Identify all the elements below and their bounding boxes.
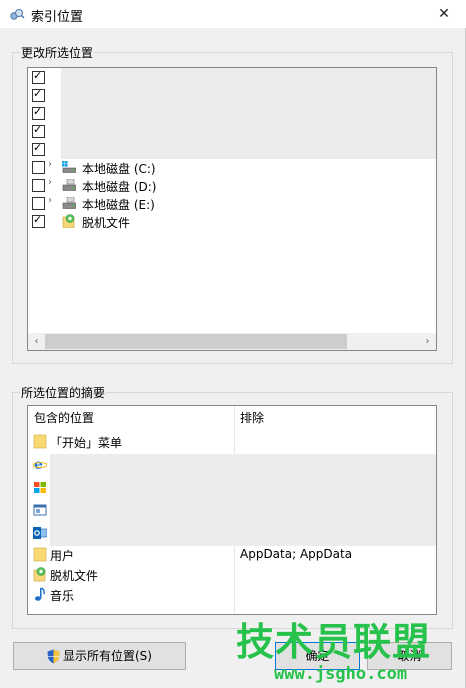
list-item[interactable]: e (28, 454, 436, 474)
offline-files-icon (33, 567, 46, 582)
expand-icon[interactable]: › (48, 159, 52, 170)
indexing-icon (10, 9, 25, 20)
tree-checkbox[interactable]: ✓ (32, 105, 45, 120)
list-item[interactable]: 用户 AppData; AppData (28, 544, 436, 564)
list-item[interactable] (28, 500, 436, 520)
close-icon: ✕ (438, 6, 450, 22)
folder-icon (33, 434, 47, 449)
window-title: 索引位置 (31, 10, 84, 25)
included-location: 音乐 (50, 589, 75, 603)
expand-icon[interactable]: › (48, 177, 52, 188)
tree-checkbox[interactable]: ✓ (32, 141, 45, 156)
summary-list[interactable]: 包含的位置 排除 「开始」菜单 e 用户 AppData; AppData 脱机… (27, 405, 437, 615)
column-header-excluded[interactable]: 排除 (234, 406, 436, 430)
list-item[interactable] (28, 477, 436, 497)
tree-row-label: 本地磁盘 (D:) (82, 180, 157, 194)
indexing-locations-dialog: 索引位置 ✕ 更改所选位置 ✓ ✓ ✓ ✓ ✓ › 本地磁盘 (C:) › 本地… (0, 0, 466, 688)
scroll-right-icon[interactable]: › (419, 333, 436, 350)
tree-checkbox[interactable]: ✓ (32, 87, 45, 102)
scroll-thumb[interactable] (45, 334, 347, 349)
windows-logo-icon (34, 482, 46, 493)
watermark-url: www.jsgho.com (274, 664, 408, 684)
drive-icon (62, 197, 76, 209)
window-app-icon (33, 504, 47, 516)
music-icon (35, 587, 45, 601)
tree-checkbox[interactable]: ✓ (32, 123, 45, 138)
uac-shield-icon (47, 649, 60, 664)
tree-row-offline-files[interactable]: ✓ 脱机文件 (28, 213, 436, 231)
tree-row[interactable]: ✓ (28, 69, 436, 87)
show-all-label: 显示所有位置(S) (63, 649, 152, 663)
list-item[interactable]: 脱机文件 (28, 564, 436, 584)
ie-icon: e (33, 457, 47, 472)
included-location: 「开始」菜单 (50, 436, 123, 450)
offline-files-icon (62, 214, 75, 228)
horizontal-scrollbar[interactable]: ‹ › (28, 333, 436, 350)
list-item[interactable]: 音乐 (28, 584, 436, 604)
show-all-locations-button[interactable]: 显示所有位置(S) (13, 642, 186, 670)
tree-row[interactable]: ✓ (28, 123, 436, 141)
list-item[interactable] (28, 523, 436, 543)
excluded-location: AppData; AppData (240, 547, 353, 561)
site-watermark: 技术员联盟 www.jsgho.com (236, 620, 466, 688)
tree-row[interactable]: ✓ (28, 141, 436, 159)
locations-tree[interactable]: ✓ ✓ ✓ ✓ ✓ › 本地磁盘 (C:) › 本地磁盘 (D:) › 本地磁盘… (27, 67, 437, 351)
tree-row-drive-e[interactable]: › 本地磁盘 (E:) (28, 195, 436, 213)
summary-title: 所选位置的摘要 (20, 384, 107, 401)
tree-checkbox[interactable] (32, 161, 45, 174)
expand-icon[interactable]: › (48, 195, 52, 206)
windows-drive-icon (62, 161, 76, 173)
watermark-text: 技术员联盟 (236, 620, 432, 664)
included-location: 脱机文件 (50, 569, 99, 583)
title-bar: 索引位置 ✕ (0, 0, 466, 28)
change-locations-title: 更改所选位置 (20, 44, 95, 61)
scroll-left-icon[interactable]: ‹ (28, 333, 45, 350)
included-location: 用户 (50, 549, 75, 563)
tree-row[interactable]: ✓ (28, 87, 436, 105)
tree-checkbox[interactable] (32, 179, 45, 192)
tree-row-drive-c[interactable]: › 本地磁盘 (C:) (28, 159, 436, 177)
tree-row-label: 脱机文件 (82, 216, 131, 230)
column-header-included[interactable]: 包含的位置 (28, 406, 234, 430)
tree-checkbox[interactable]: ✓ (32, 213, 45, 228)
tree-checkbox[interactable]: ✓ (32, 69, 45, 84)
folder-icon (33, 547, 47, 562)
tree-row-drive-d[interactable]: › 本地磁盘 (D:) (28, 177, 436, 195)
outlook-icon (33, 527, 47, 539)
tree-row-label: 本地磁盘 (C:) (82, 162, 156, 176)
list-item[interactable]: 「开始」菜单 (28, 431, 436, 451)
tree-row-label: 本地磁盘 (E:) (82, 198, 155, 212)
svg-text:e: e (34, 457, 43, 472)
tree-checkbox[interactable] (32, 197, 45, 210)
tree-row[interactable]: ✓ (28, 105, 436, 123)
close-button[interactable]: ✕ (422, 0, 466, 28)
drive-icon (62, 179, 76, 191)
